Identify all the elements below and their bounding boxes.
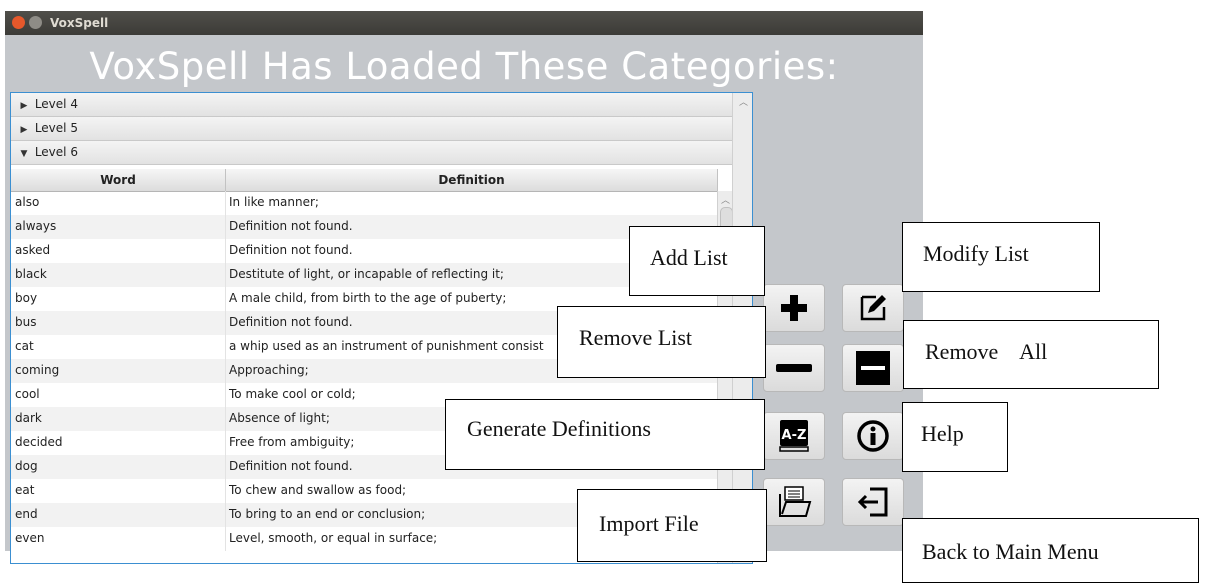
expand-arrow-icon[interactable]: ▶ — [17, 119, 31, 142]
tree-item-label: Level 6 — [34, 145, 78, 159]
tooltip-generate-definitions: Generate Definitions — [445, 399, 765, 470]
tree-item-label: Level 4 — [34, 97, 78, 111]
modify-list-button[interactable] — [842, 284, 904, 332]
column-header-definition[interactable]: Definition — [226, 169, 718, 192]
close-icon[interactable] — [12, 16, 25, 29]
expand-arrow-icon[interactable]: ▶ — [17, 95, 31, 118]
tooltip-modify-list: Modify List — [902, 222, 1100, 292]
tooltip-back-to-main-menu: Back to Main Menu — [902, 518, 1199, 583]
exit-arrow-icon — [857, 487, 888, 517]
tree-item-level-5[interactable]: ▶ Level 5 — [11, 117, 732, 141]
scroll-up-icon[interactable]: ︿ — [721, 193, 730, 206]
table-row[interactable]: always Definition not found. — [11, 215, 717, 239]
info-icon — [857, 420, 889, 452]
tooltip-help: Help — [902, 402, 1008, 472]
minus-box-icon — [856, 351, 890, 385]
plus-icon — [781, 295, 807, 321]
folder-files-icon — [779, 486, 812, 517]
remove-all-button[interactable] — [842, 344, 904, 392]
minimize-icon[interactable] — [29, 16, 42, 29]
pencil-edit-icon — [860, 295, 886, 321]
add-list-button[interactable] — [763, 284, 825, 332]
back-to-main-menu-button[interactable] — [842, 478, 904, 526]
window-title: VoxSpell — [50, 16, 109, 30]
tree-item-level-4[interactable]: ▶ Level 4 — [11, 93, 732, 117]
a-z-book-icon: A-Z — [779, 420, 809, 452]
remove-list-button[interactable] — [763, 344, 825, 392]
table-row[interactable]: asked Definition not found. — [11, 239, 717, 263]
column-header-word[interactable]: Word — [11, 169, 226, 192]
tooltip-remove-list: Remove List — [557, 306, 766, 378]
import-file-button[interactable] — [763, 478, 825, 526]
minus-icon — [776, 364, 812, 372]
title-bar: VoxSpell — [5, 11, 923, 35]
page-heading: VoxSpell Has Loaded These Categories: — [89, 45, 839, 88]
table-row[interactable]: also In like manner; — [11, 191, 717, 215]
tooltip-import-file: Import File — [577, 489, 767, 562]
generate-definitions-button[interactable]: A-Z — [763, 412, 825, 460]
tooltip-add-list: Add List — [629, 226, 765, 296]
scroll-up-icon[interactable]: ︿ — [739, 95, 748, 108]
app-window: VoxSpell VoxSpell Has Loaded These Categ… — [5, 11, 923, 564]
collapse-arrow-icon[interactable]: ▼ — [17, 143, 31, 166]
tooltip-remove-all: Remove All — [903, 320, 1159, 389]
svg-text:A-Z: A-Z — [782, 428, 807, 443]
tree-item-label: Level 5 — [34, 121, 78, 135]
table-row[interactable]: black Destitute of light, or incapable of… — [11, 263, 717, 287]
help-button[interactable] — [842, 412, 904, 460]
tree-item-level-6[interactable]: ▼ Level 6 — [11, 141, 732, 165]
